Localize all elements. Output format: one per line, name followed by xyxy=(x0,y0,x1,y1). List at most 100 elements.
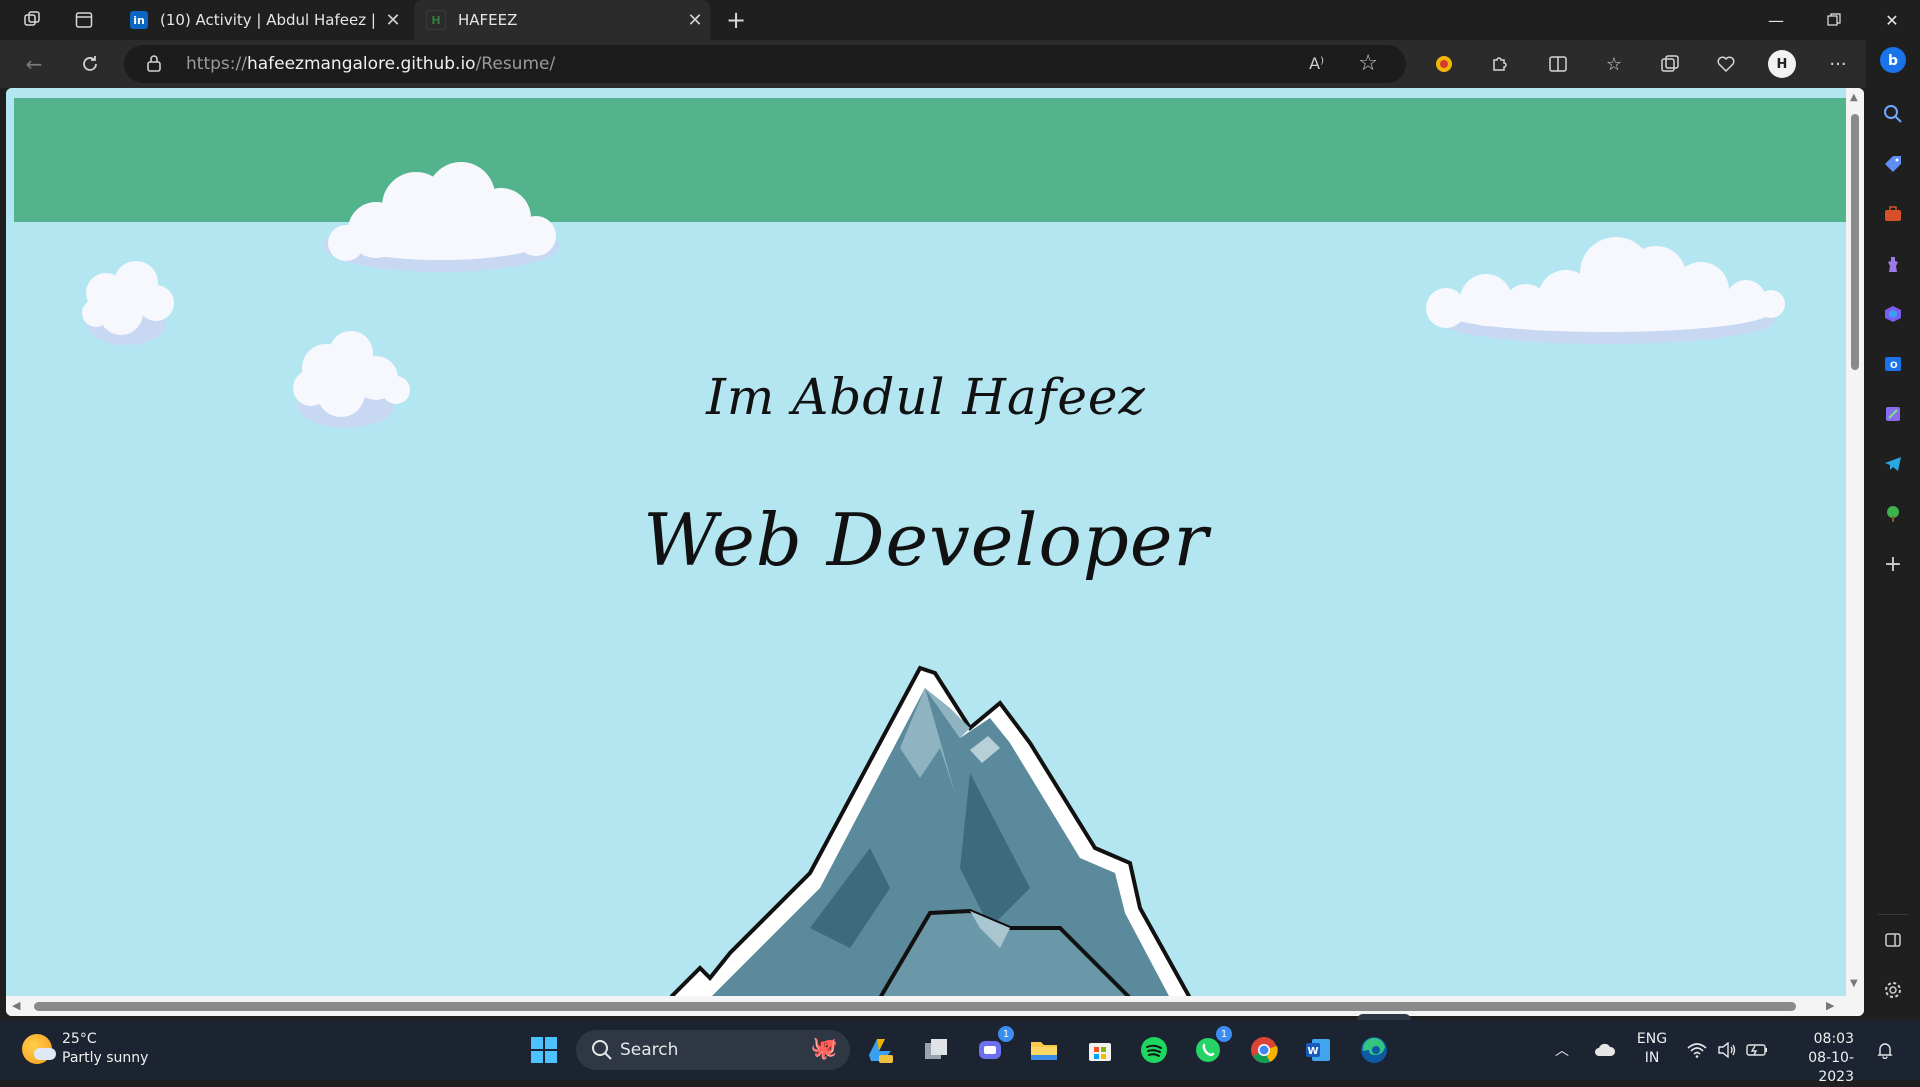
title-bar: in (10) Activity | Abdul Hafeez | Link ✕… xyxy=(0,0,1920,40)
tree-app-icon[interactable] xyxy=(1879,500,1907,528)
minimize-button[interactable]: — xyxy=(1748,0,1804,40)
read-aloud-icon[interactable]: A⁾ xyxy=(1309,54,1324,73)
add-sidebar-app-icon[interactable]: + xyxy=(1879,550,1907,578)
start-windows-icon[interactable] xyxy=(526,1032,562,1068)
new-tab-button[interactable]: + xyxy=(722,6,750,34)
lock-icon[interactable] xyxy=(146,54,162,72)
edge-browser-icon[interactable] xyxy=(1356,1032,1392,1068)
sidebar-divider xyxy=(1878,914,1908,915)
tab-title: (10) Activity | Abdul Hafeez | Link xyxy=(160,11,378,29)
address-bar[interactable]: https://hafeezmangalore.github.io/Resume… xyxy=(124,45,1406,83)
tab-actions-icon[interactable] xyxy=(72,8,96,32)
restore-button[interactable] xyxy=(1806,0,1862,40)
scroll-left-icon[interactable]: ◀ xyxy=(12,999,20,1012)
sidebar-settings-gear-icon[interactable] xyxy=(1879,976,1907,1004)
outlook-icon[interactable]: O xyxy=(1879,350,1907,378)
more-options-icon[interactable]: ··· xyxy=(1824,50,1852,78)
vertical-scroll-thumb[interactable] xyxy=(1851,114,1859,370)
edge-sidebar: b O + xyxy=(1866,40,1920,1020)
vertical-scrollbar[interactable]: ▲ ▼ xyxy=(1846,88,1864,996)
system-clock[interactable]: 08:03 08-10-2023 xyxy=(1784,1030,1854,1087)
collections-icon[interactable] xyxy=(1656,50,1684,78)
profile-avatar[interactable]: H xyxy=(1768,50,1796,78)
search-icon xyxy=(592,1040,612,1060)
hero-name: Im Abdul Hafeez xyxy=(706,368,1146,426)
extension-colorful-icon[interactable] xyxy=(1430,50,1458,78)
url-scheme: https:// xyxy=(186,54,247,74)
search-icon[interactable] xyxy=(1879,100,1907,128)
resume-page[interactable]: Im Abdul Hafeez Web Developer xyxy=(6,88,1846,996)
battery-charging-icon[interactable] xyxy=(1744,1020,1770,1080)
split-screen-icon[interactable] xyxy=(1544,50,1572,78)
microsoft-store-icon[interactable] xyxy=(1082,1032,1118,1068)
refresh-button[interactable] xyxy=(76,50,104,78)
region-code: IN xyxy=(1644,1050,1660,1066)
notification-bell-icon[interactable] xyxy=(1870,1020,1900,1080)
weather-widget[interactable]: 25°C Partly sunny xyxy=(22,1030,148,1068)
scroll-down-icon[interactable]: ▼ xyxy=(1850,978,1858,989)
scroll-up-icon[interactable]: ▲ xyxy=(1850,92,1858,103)
favorites-icon[interactable]: ☆ xyxy=(1600,50,1628,78)
browser-essentials-icon[interactable] xyxy=(1712,50,1740,78)
clock-time: 08:03 xyxy=(1813,1031,1854,1047)
volume-icon[interactable] xyxy=(1714,1020,1740,1080)
task-view-icon[interactable] xyxy=(918,1032,954,1068)
teams-chat-icon[interactable]: 1 xyxy=(972,1026,1014,1068)
url-host: hafeezmangalore.github.io xyxy=(246,54,476,74)
svg-text:b: b xyxy=(1888,53,1898,69)
workspaces-icon[interactable] xyxy=(20,8,44,32)
copilot-pre-icon[interactable] xyxy=(862,1032,898,1068)
back-button[interactable]: ← xyxy=(20,50,48,78)
close-tab-icon[interactable]: ✕ xyxy=(680,10,710,31)
horizontal-scrollbar[interactable]: ◀ ▶ xyxy=(6,996,1864,1016)
page-viewport: Im Abdul Hafeez Web Developer ▲ ▼ ◀ ▶ xyxy=(6,88,1864,1016)
favorite-star-icon[interactable]: ☆ xyxy=(1358,51,1378,76)
linkedin-icon: in xyxy=(130,11,148,29)
clock-date: 08-10-2023 xyxy=(1808,1050,1854,1085)
chrome-icon[interactable] xyxy=(1246,1032,1282,1068)
onedrive-cloud-icon[interactable] xyxy=(1590,1020,1620,1080)
search-placeholder: Search xyxy=(620,1040,679,1060)
tab-hafeez[interactable]: H HAFEEZ ✕ xyxy=(414,0,710,40)
telegram-icon[interactable] xyxy=(1879,450,1907,478)
scroll-right-icon[interactable]: ▶ xyxy=(1826,999,1834,1012)
drop-notes-icon[interactable] xyxy=(1879,400,1907,428)
bing-copilot-icon[interactable]: b xyxy=(1879,46,1907,74)
spotify-icon[interactable] xyxy=(1136,1032,1172,1068)
weather-temperature: 25°C xyxy=(62,1031,97,1047)
url-text[interactable]: https://hafeezmangalore.github.io/Resume… xyxy=(186,54,555,74)
mountain-illustration xyxy=(670,665,1192,996)
tab-linkedin[interactable]: in (10) Activity | Abdul Hafeez | Link ✕ xyxy=(118,0,408,40)
horizontal-scroll-thumb[interactable] xyxy=(34,1002,1796,1011)
language-indicator[interactable]: ENG IN xyxy=(1632,1030,1672,1068)
site-favicon-icon: H xyxy=(426,10,446,30)
whatsapp-notification-badge: 1 xyxy=(1216,1026,1232,1042)
teams-notification-badge: 1 xyxy=(998,1026,1014,1042)
weather-description: Partly sunny xyxy=(62,1050,149,1066)
microsoft365-icon[interactable] xyxy=(1879,300,1907,328)
hero-role: Web Developer xyxy=(643,498,1209,582)
shopping-tag-icon[interactable] xyxy=(1879,150,1907,178)
wifi-icon[interactable] xyxy=(1684,1020,1710,1080)
hide-sidebar-icon[interactable] xyxy=(1879,926,1907,954)
windows-taskbar: 25°C Partly sunny Search 🐙 1 1 W ︿ ENG I… xyxy=(0,1020,1920,1085)
octopus-highlight-icon: 🐙 xyxy=(810,1036,838,1061)
file-explorer-icon[interactable] xyxy=(1026,1032,1062,1068)
games-chess-icon[interactable] xyxy=(1879,250,1907,278)
tab-title: HAFEEZ xyxy=(458,11,518,29)
show-hidden-icons-chevron-icon[interactable]: ︿ xyxy=(1550,1020,1574,1080)
taskbar-search-box[interactable]: Search 🐙 xyxy=(576,1030,850,1070)
navigation-bar: ← https://hafeezmangalore.github.io/Resu… xyxy=(0,40,1920,88)
language-code: ENG xyxy=(1636,1031,1668,1047)
cloud-illustration xyxy=(323,162,559,272)
cloud-illustration xyxy=(1426,237,1785,344)
extensions-puzzle-icon[interactable] xyxy=(1486,50,1514,78)
whatsapp-icon[interactable]: 1 xyxy=(1190,1026,1232,1068)
close-window-button[interactable]: ✕ xyxy=(1864,0,1920,40)
header-band xyxy=(14,98,1846,222)
svg-text:W: W xyxy=(1307,1046,1318,1057)
svg-text:O: O xyxy=(1890,361,1898,371)
close-tab-icon[interactable]: ✕ xyxy=(378,10,408,31)
word-icon[interactable]: W xyxy=(1300,1032,1336,1068)
tools-briefcase-icon[interactable] xyxy=(1879,200,1907,228)
